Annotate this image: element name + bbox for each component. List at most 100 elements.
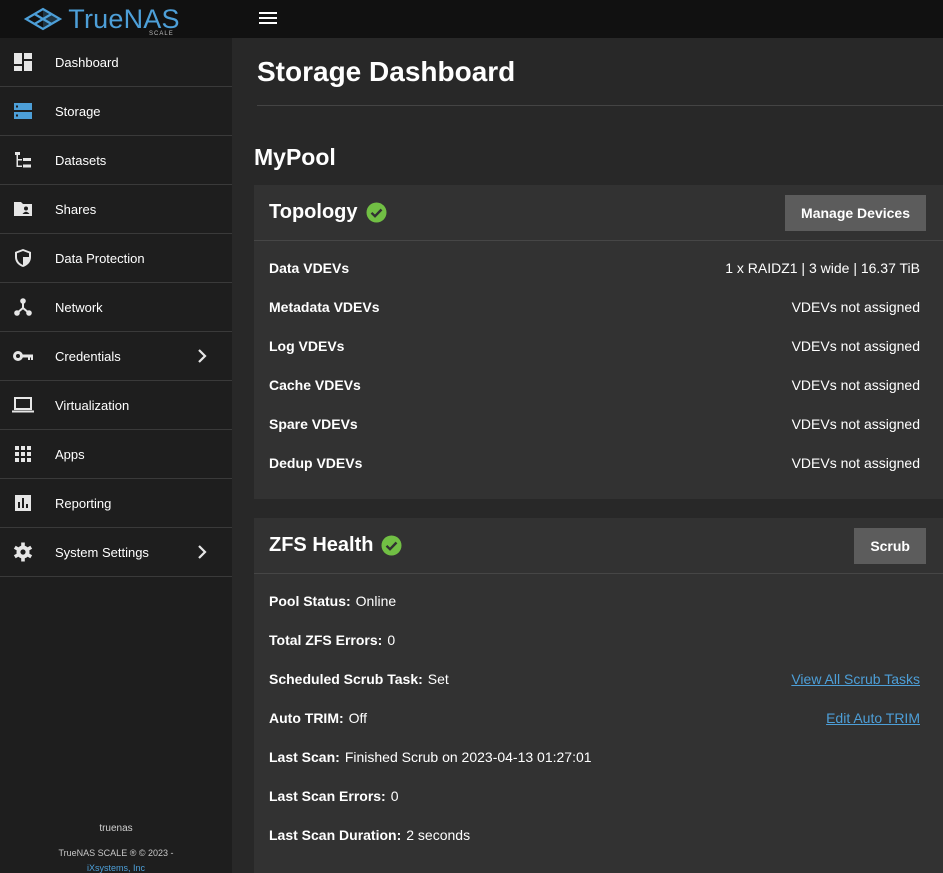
- sidebar-item-reporting[interactable]: Reporting: [0, 479, 232, 528]
- truenas-logo[interactable]: TrueNAS SCALE: [22, 4, 180, 37]
- scrub-button[interactable]: Scrub: [854, 528, 926, 564]
- row-label: Spare VDEVs: [269, 415, 358, 432]
- row-label: Last Scan Duration:: [269, 826, 402, 843]
- sidebar-item-label: Apps: [55, 446, 85, 462]
- sidebar-item-network[interactable]: Network: [0, 283, 232, 332]
- check-circle-icon: [366, 202, 386, 223]
- sidebar-item-label: Shares: [55, 201, 97, 217]
- row-label: Total ZFS Errors:: [269, 631, 383, 648]
- topology-row-spare-vdevs: Spare VDEVs VDEVs not assigned: [254, 404, 943, 443]
- brand-edition: SCALE: [149, 31, 174, 37]
- apps-grid-icon: [12, 443, 34, 465]
- topology-title: Topology: [269, 201, 358, 223]
- sidebar-item-label: Datasets: [55, 152, 107, 168]
- topology-rows: Data VDEVs 1 x RAIDZ1 | 3 wide | 16.37 T…: [254, 241, 943, 482]
- zfs-row-pool-status: Pool Status: Online: [254, 581, 943, 620]
- key-icon: [12, 345, 34, 367]
- row-value: 0: [390, 787, 399, 804]
- page-title: Storage Dashboard: [257, 56, 516, 87]
- sidebar-item-label: Data Protection: [55, 250, 145, 266]
- row-value: 1 x RAIDZ1 | 3 wide | 16.37 TiB: [725, 259, 920, 276]
- row-value: Online: [355, 592, 397, 609]
- row-value: 0: [387, 631, 396, 648]
- row-value: Set: [427, 670, 449, 687]
- dashboard-icon: [12, 51, 34, 73]
- reporting-chart-icon: [12, 492, 34, 514]
- check-circle-icon: [381, 535, 402, 556]
- topology-row-dedup-vdevs: Dedup VDEVs VDEVs not assigned: [254, 443, 943, 482]
- sidebar-item-label: Network: [55, 299, 103, 315]
- title-divider: [257, 105, 943, 106]
- laptop-icon: [12, 394, 34, 416]
- shield-icon: [12, 247, 34, 269]
- zfs-rows: Pool Status: Online Total ZFS Errors: 0 Sc…: [254, 574, 943, 854]
- sidebar: TrueNAS SCALE Dashboard Storage Datasets…: [0, 0, 232, 873]
- zfs-health-card-header: ZFS Health Scrub: [254, 518, 943, 574]
- sidebar-item-datasets[interactable]: Datasets: [0, 136, 232, 185]
- hostname: truenas: [99, 823, 133, 834]
- truenas-logo-icon: [24, 7, 63, 31]
- row-value: 2 seconds: [406, 826, 471, 843]
- sidebar-item-label: Credentials: [55, 348, 121, 364]
- row-label: Metadata VDEVs: [269, 298, 380, 315]
- logo-bar: TrueNAS SCALE: [0, 0, 232, 38]
- topology-row-cache-vdevs: Cache VDEVs VDEVs not assigned: [254, 365, 943, 404]
- datasets-icon: [12, 149, 34, 171]
- sidebar-item-shares[interactable]: Shares: [0, 185, 232, 234]
- sidebar-item-virtualization[interactable]: Virtualization: [0, 381, 232, 430]
- row-value: VDEVs not assigned: [791, 298, 920, 315]
- edit-auto-trim-link[interactable]: Edit Auto TRIM: [826, 710, 920, 726]
- manage-devices-button[interactable]: Manage Devices: [785, 195, 926, 231]
- sidebar-item-storage[interactable]: Storage: [0, 87, 232, 136]
- sidebar-item-dashboard[interactable]: Dashboard: [0, 38, 232, 87]
- sidebar-item-credentials[interactable]: Credentials: [0, 332, 232, 381]
- row-label: Pool Status:: [269, 592, 351, 609]
- menu-toggle-icon[interactable]: [259, 9, 279, 27]
- row-value: VDEVs not assigned: [791, 415, 920, 432]
- sidebar-item-system-settings[interactable]: System Settings: [0, 528, 232, 577]
- topbar: [232, 0, 943, 38]
- row-value: Finished Scrub on 2023-04-13 01:27:01: [344, 748, 592, 765]
- company-link[interactable]: iXsystems, Inc: [0, 863, 232, 873]
- row-value: VDEVs not assigned: [791, 337, 920, 354]
- zfs-row-last-scan-duration: Last Scan Duration: 2 seconds: [254, 815, 943, 854]
- zfs-row-last-scan: Last Scan: Finished Scrub on 2023-04-13 0…: [254, 737, 943, 776]
- sidebar-item-label: System Settings: [55, 544, 149, 560]
- sidebar-item-label: Reporting: [55, 495, 112, 511]
- row-label: Last Scan Errors:: [269, 787, 386, 804]
- topology-row-log-vdevs: Log VDEVs VDEVs not assigned: [254, 326, 943, 365]
- topology-card: Topology Manage Devices Data VDEVs 1 x R…: [254, 185, 943, 499]
- shares-folder-icon: [12, 198, 34, 220]
- row-value: VDEVs not assigned: [791, 376, 920, 393]
- sidebar-item-data-protection[interactable]: Data Protection: [0, 234, 232, 283]
- row-value: Off: [348, 709, 368, 726]
- main-content: Storage Dashboard MyPool Topology Manage…: [232, 38, 943, 873]
- view-all-scrub-tasks-link[interactable]: View All Scrub Tasks: [791, 671, 920, 687]
- row-label: Cache VDEVs: [269, 376, 361, 393]
- row-label: Auto TRIM:: [269, 709, 344, 726]
- zfs-row-total-errors: Total ZFS Errors: 0: [254, 620, 943, 659]
- zfs-health-title: ZFS Health: [269, 534, 374, 556]
- topology-card-header: Topology Manage Devices: [254, 185, 943, 241]
- sidebar-item-label: Dashboard: [55, 54, 119, 70]
- sidebar-item-label: Virtualization: [55, 397, 130, 413]
- logo-text: TrueNAS SCALE: [68, 4, 180, 37]
- zfs-health-card: ZFS Health Scrub Pool Status: Online Tota…: [254, 518, 943, 873]
- row-value: VDEVs not assigned: [791, 454, 920, 471]
- zfs-row-auto-trim: Auto TRIM: Off Edit Auto TRIM: [254, 698, 943, 737]
- sidebar-item-apps[interactable]: Apps: [0, 430, 232, 479]
- row-label: Last Scan:: [269, 748, 340, 765]
- network-icon: [12, 296, 34, 318]
- copyright-text: TrueNAS SCALE ® © 2023 -: [58, 848, 174, 858]
- gear-icon: [12, 541, 34, 563]
- zfs-row-scheduled-scrub: Scheduled Scrub Task: Set View All Scrub …: [254, 659, 943, 698]
- row-label: Scheduled Scrub Task:: [269, 670, 423, 687]
- chevron-right-icon: [198, 349, 207, 363]
- sidebar-footer: truenas TrueNAS SCALE ® © 2023 - iXsyste…: [0, 823, 232, 873]
- brand-name: TrueNAS: [68, 4, 180, 34]
- row-label: Dedup VDEVs: [269, 454, 363, 471]
- pool-name: MyPool: [254, 144, 336, 170]
- storage-icon: [12, 100, 34, 122]
- sidebar-item-label: Storage: [55, 103, 101, 119]
- row-label: Data VDEVs: [269, 259, 350, 276]
